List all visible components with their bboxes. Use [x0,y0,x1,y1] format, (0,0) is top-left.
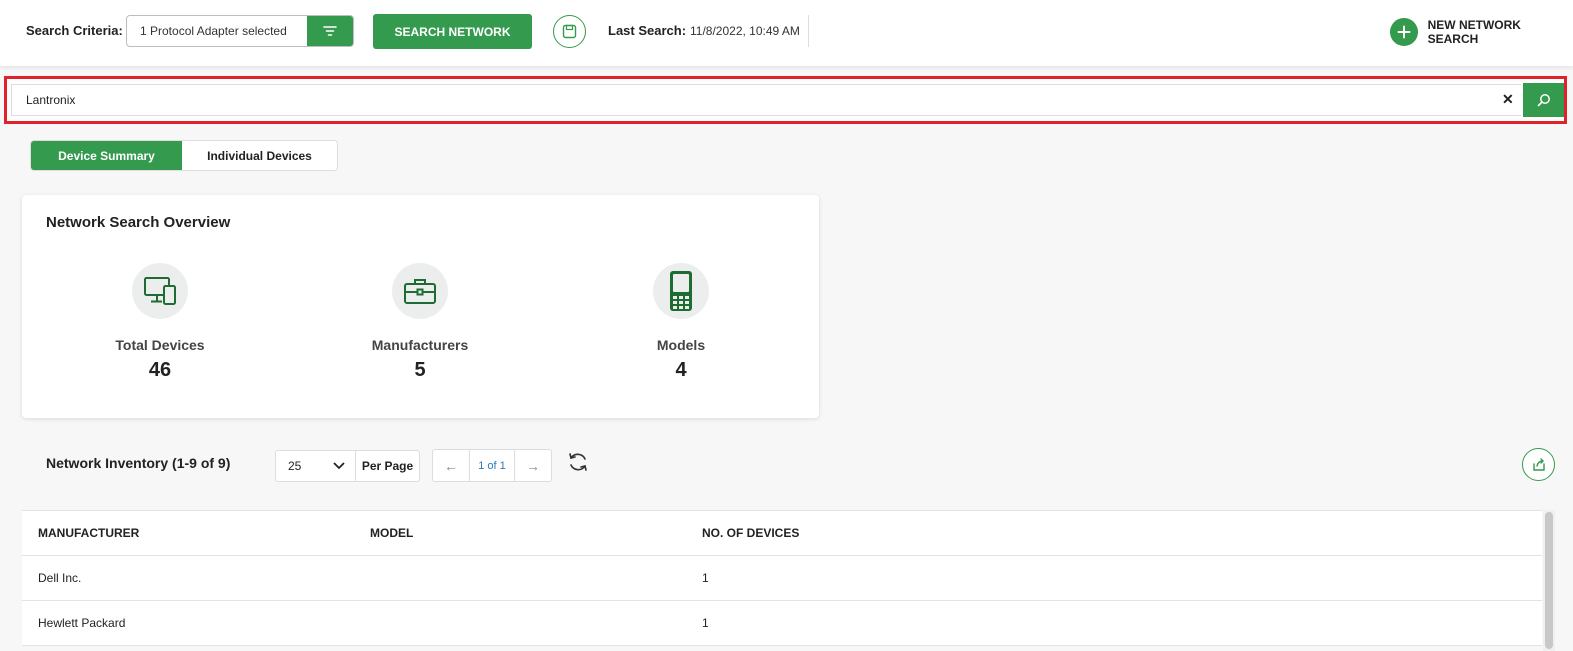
per-page-select[interactable]: 25 [276,451,356,481]
devices-icon [132,263,188,319]
refresh-icon[interactable] [566,450,590,474]
chevron-down-icon [333,462,345,470]
cell-count: 1 [702,571,709,585]
search-icon [1537,94,1550,107]
column-header-manufacturer[interactable]: MANUFACTURER [22,526,354,540]
stat-value: 4 [675,359,687,381]
filter-icon [323,26,337,36]
search-criteria-value: 1 Protocol Adapter selected [140,24,287,38]
stat-total-devices: Total Devices 46 [70,263,250,382]
new-network-search-label: NEW NETWORK SEARCH [1427,18,1521,46]
handheld-device-icon [653,263,709,319]
search-criteria-label: Search Criteria: [26,23,123,38]
page-indicator: 1 of 1 [469,450,515,481]
filter-button[interactable] [307,16,353,46]
clear-search-icon[interactable]: ✕ [1502,91,1514,108]
stat-label: Manufacturers [371,337,469,353]
search-input[interactable] [11,84,1521,116]
stat-value: 5 [414,359,426,381]
search-bar: ✕ [4,76,1567,124]
per-page-label: Per Page [361,459,414,473]
new-network-search-button[interactable]: NEW NETWORK SEARCH [1390,18,1573,46]
column-header-no-of-devices[interactable]: NO. OF DEVICES [686,526,1542,540]
stat-value: 46 [148,359,172,381]
last-search-label: Last Search: [608,23,687,38]
table-row[interactable]: Hewlett Packard 1 [22,601,1542,646]
table-scrollbar[interactable] [1543,510,1555,651]
export-button[interactable] [1522,448,1555,481]
stat-label: Total Devices [115,337,205,353]
per-page-value: 25 [288,459,302,473]
view-tabs: Device Summary Individual Devices [30,140,338,171]
inventory-title: Network Inventory (1-9 of 9) [46,455,231,471]
share-icon [1532,457,1545,471]
stat-label: Models [656,337,706,353]
save-icon [562,24,577,39]
scrollbar-thumb[interactable] [1545,512,1553,649]
prev-page-button[interactable]: ← [433,450,469,481]
inventory-table: MANUFACTURER MODEL NO. OF DEVICES Dell I… [22,510,1542,646]
toolbar-divider [808,15,809,47]
search-submit-button[interactable] [1523,83,1564,117]
last-search-value: 11/8/2022, 10:49 AM [690,24,800,38]
cell-count: 1 [702,616,709,630]
next-page-button[interactable]: → [515,450,551,481]
search-criteria-select[interactable]: 1 Protocol Adapter selected [126,15,354,47]
save-search-button[interactable] [553,15,586,48]
top-toolbar: Search Criteria: 1 Protocol Adapter sele… [0,0,1573,66]
plus-icon [1390,18,1418,46]
cell-manufacturer: Dell Inc. [38,571,82,585]
per-page-control: 25 Per Page [275,450,420,482]
stat-models: Models 4 [591,263,771,382]
search-network-button[interactable]: SEARCH NETWORK [373,14,532,49]
tab-device-summary[interactable]: Device Summary [31,141,182,170]
pagination: ← 1 of 1 → [432,449,552,482]
table-row[interactable]: Dell Inc. 1 [22,556,1542,601]
column-header-model[interactable]: MODEL [354,526,686,540]
stat-manufacturers: Manufacturers 5 [330,263,510,382]
tab-individual-devices[interactable]: Individual Devices [182,141,337,170]
table-header-row: MANUFACTURER MODEL NO. OF DEVICES [22,511,1542,556]
overview-title: Network Search Overview [46,214,231,231]
cell-manufacturer: Hewlett Packard [38,616,126,630]
network-search-overview-card: Network Search Overview Total Devices 46… [22,195,819,418]
briefcase-icon [392,263,448,319]
